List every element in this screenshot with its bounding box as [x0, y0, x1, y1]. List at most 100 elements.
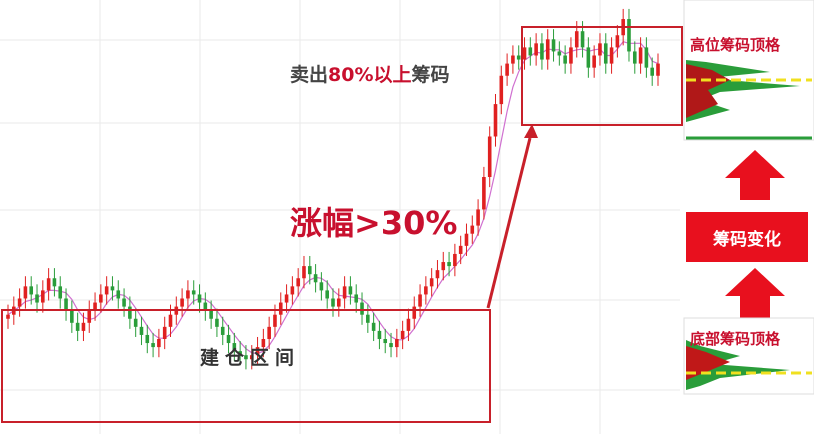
- candle-body: [487, 136, 492, 177]
- candle-body: [609, 47, 614, 64]
- candle-body: [447, 262, 451, 267]
- candle-body: [580, 31, 585, 48]
- candle-body: [354, 294, 359, 303]
- candle-body: [511, 55, 515, 64]
- chart-screenshot: 卖出80%以上筹码 涨幅>30% 建仓区间 高位筹码顶格 筹码变化 底部筹码顶格: [0, 0, 814, 434]
- candle-body: [191, 290, 196, 295]
- candle-body: [534, 43, 538, 56]
- top-chip-title: 高位筹码顶格: [690, 36, 781, 54]
- candle-body: [157, 339, 161, 348]
- candle-body: [366, 314, 370, 323]
- candle-body: [383, 339, 388, 344]
- candle-body: [563, 55, 567, 64]
- candle-body: [406, 318, 411, 331]
- candle-body: [505, 63, 509, 76]
- candle-body: [302, 266, 306, 279]
- candle-body: [313, 274, 318, 283]
- candle-body: [540, 43, 544, 60]
- candle-body: [528, 47, 533, 56]
- candle-body: [412, 306, 417, 319]
- bottom-chip-title: 底部筹码顶格: [690, 330, 781, 348]
- candle-body: [215, 318, 219, 327]
- candle-body: [151, 343, 155, 348]
- candle-body: [52, 278, 57, 287]
- candle-body: [220, 326, 225, 335]
- candle-body: [638, 47, 643, 64]
- candle-body: [615, 35, 620, 48]
- candle-body: [598, 43, 602, 56]
- candle-body: [325, 290, 329, 299]
- candle-body: [429, 278, 434, 287]
- rise-arrow-shaft: [486, 137, 532, 309]
- candle-body: [476, 209, 480, 226]
- candle-body: [319, 282, 324, 291]
- sell-prefix: 卖出: [290, 64, 329, 86]
- candle-body: [162, 326, 167, 339]
- candle-body: [128, 306, 132, 319]
- candle-body: [516, 55, 521, 60]
- candle-body: [307, 266, 312, 275]
- candle-body: [104, 286, 109, 295]
- candle-body: [441, 262, 446, 271]
- candle-body: [122, 298, 126, 307]
- candle-body: [360, 302, 364, 315]
- candle-body: [46, 278, 51, 291]
- candle-body: [197, 294, 202, 303]
- chip-change-box: 筹码变化: [686, 212, 808, 262]
- candle-body: [499, 75, 504, 105]
- candle-body: [168, 314, 173, 327]
- sell-suffix: 筹码: [411, 64, 450, 86]
- candle-body: [603, 43, 608, 64]
- candle-body: [70, 310, 74, 323]
- candle-body: [395, 339, 399, 348]
- candle-body: [145, 334, 150, 344]
- candle-body: [133, 318, 138, 327]
- candle-body: [522, 47, 527, 60]
- up-arrow-top: [725, 150, 785, 200]
- candle-body: [337, 298, 341, 307]
- candle-body: [267, 326, 271, 339]
- candle-body: [6, 314, 10, 319]
- candle-body: [41, 290, 45, 303]
- candle-body: [29, 286, 34, 295]
- candle-body: [470, 225, 475, 234]
- sell-annotation: 卖出80%以上筹码: [290, 60, 450, 87]
- candle-body: [557, 51, 562, 56]
- candle-body: [371, 322, 376, 331]
- candle-body: [296, 278, 300, 287]
- candle-body: [377, 330, 382, 339]
- candle-body: [656, 63, 660, 76]
- candle-body: [493, 104, 498, 137]
- rise-arrow-head: [524, 124, 538, 138]
- candle-body: [75, 322, 80, 331]
- candle-body: [348, 286, 353, 295]
- candle-body: [209, 310, 213, 319]
- candle-body: [87, 310, 92, 323]
- candle-body: [186, 290, 190, 299]
- candle-body: [226, 334, 231, 344]
- candle-body: [110, 286, 115, 291]
- candle-body: [99, 294, 103, 303]
- candle-body: [64, 298, 68, 311]
- candle-body: [331, 298, 335, 307]
- candle-body: [650, 67, 654, 76]
- candle-body: [180, 298, 184, 307]
- candle-body: [418, 294, 422, 307]
- up-arrow-bottom: [725, 268, 785, 318]
- candle-body: [278, 302, 283, 315]
- candle-body: [592, 55, 596, 68]
- candle-body: [569, 47, 573, 64]
- candle-body: [424, 286, 428, 295]
- candle-body: [453, 253, 457, 267]
- build-zone-label: 建仓区间: [200, 347, 301, 369]
- candle-body: [284, 294, 289, 303]
- candle-body: [464, 233, 469, 246]
- candle-body: [574, 31, 579, 48]
- sell-percent: 80%以上: [328, 64, 412, 86]
- candle-body: [290, 286, 295, 295]
- candle-body: [389, 343, 393, 348]
- candle-body: [458, 245, 463, 254]
- candle-body: [58, 286, 63, 299]
- candle-body: [586, 47, 591, 68]
- candle-body: [435, 270, 440, 279]
